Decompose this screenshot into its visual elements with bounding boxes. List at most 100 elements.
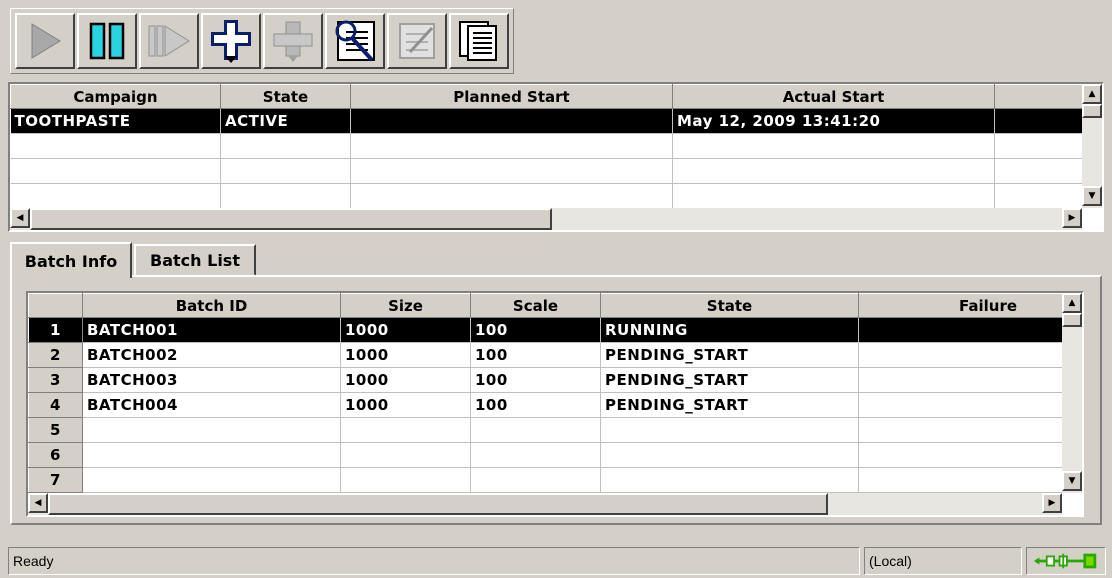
batch-row[interactable]: 6 [28, 442, 1062, 468]
edit-icon [399, 23, 435, 59]
batch-horizontal-scrollbar[interactable]: ◀ ▶ [28, 493, 1062, 515]
batch-vertical-scrollbar[interactable]: ▲ ▼ [1062, 293, 1082, 493]
row-number[interactable]: 1 [28, 317, 83, 343]
failure-cell [858, 342, 1062, 368]
scale-cell: 100 [470, 317, 601, 343]
row-number[interactable]: 4 [28, 392, 83, 418]
batch-row[interactable]: 7 [28, 467, 1062, 493]
row-number[interactable]: 6 [28, 442, 83, 468]
column-header-planned-start[interactable]: Planned Start [350, 84, 673, 109]
batch-row[interactable]: 5 [28, 417, 1062, 443]
batch-row[interactable]: 3 BATCH003 1000 100 PENDING_START [28, 367, 1062, 393]
row-number[interactable]: 2 [28, 342, 83, 368]
campaign-row[interactable] [10, 133, 1082, 159]
scroll-up-arrow-icon[interactable]: ▲ [1062, 293, 1082, 313]
row-header-corner [28, 293, 83, 318]
add-node-icon [211, 20, 251, 63]
campaign-vertical-scrollbar[interactable]: ▲ ▼ [1082, 84, 1102, 208]
status-connection [1026, 547, 1106, 575]
scale-cell: 100 [470, 367, 601, 393]
state-cell: RUNNING [600, 317, 859, 343]
report-button[interactable] [449, 13, 509, 69]
batch-grid-frame: Batch ID Size Scale State Failure 1 BATC… [26, 291, 1084, 517]
column-header-state[interactable]: State [600, 293, 859, 318]
column-header-campaign[interactable]: Campaign [10, 84, 221, 109]
size-cell: 1000 [340, 317, 471, 343]
failure-cell [858, 367, 1062, 393]
tab-batch-list[interactable]: Batch List [134, 244, 256, 276]
row-number[interactable]: 5 [28, 417, 83, 443]
scroll-left-arrow-icon[interactable]: ◀ [10, 208, 30, 228]
campaign-row[interactable] [10, 183, 1082, 208]
remove-batch-button[interactable] [263, 13, 323, 69]
scroll-thumb[interactable] [48, 493, 828, 515]
batch-row[interactable]: 4 BATCH004 1000 100 PENDING_START [28, 392, 1062, 418]
campaign-grid: Campaign State Planned Start Actual Star… [10, 84, 1082, 208]
view-details-button[interactable] [325, 13, 385, 69]
column-header-size[interactable]: Size [340, 293, 471, 318]
step-forward-icon [148, 25, 190, 57]
campaign-header-row: Campaign State Planned Start Actual Star… [10, 84, 1082, 109]
scroll-thumb[interactable] [1082, 104, 1102, 118]
state-cell: PENDING_START [600, 367, 859, 393]
status-location: (Local) [864, 547, 1022, 575]
size-cell: 1000 [340, 367, 471, 393]
network-connection-icon [1033, 553, 1097, 569]
scroll-right-arrow-icon[interactable]: ▶ [1042, 493, 1062, 513]
document-icon [459, 21, 497, 61]
column-header-state[interactable]: State [220, 84, 351, 109]
tab-batch-info[interactable]: Batch Info [10, 242, 132, 278]
batch-header-row: Batch ID Size Scale State Failure [28, 293, 1062, 318]
failure-cell [858, 392, 1062, 418]
scroll-left-arrow-icon[interactable]: ◀ [28, 493, 48, 513]
size-cell: 1000 [340, 392, 471, 418]
scroll-down-arrow-icon[interactable]: ▼ [1062, 471, 1082, 491]
magnifier-icon [335, 20, 375, 62]
scroll-right-arrow-icon[interactable]: ▶ [1062, 208, 1082, 228]
column-header-batch-id[interactable]: Batch ID [82, 293, 341, 318]
column-header-scale[interactable]: Scale [470, 293, 601, 318]
pause-button[interactable] [77, 13, 137, 69]
batch-row[interactable]: 2 BATCH002 1000 100 PENDING_START [28, 342, 1062, 368]
blank-cell [994, 108, 1082, 134]
size-cell: 1000 [340, 342, 471, 368]
campaign-cell: TOOTHPASTE [10, 108, 221, 134]
state-cell: ACTIVE [220, 108, 351, 134]
play-button[interactable] [15, 13, 75, 69]
toolbar [10, 8, 514, 74]
scroll-up-arrow-icon[interactable]: ▲ [1082, 84, 1102, 104]
campaign-row[interactable]: TOOTHPASTE ACTIVE May 12, 2009 13:41:20 [10, 108, 1082, 134]
state-cell: PENDING_START [600, 342, 859, 368]
planned-start-cell [350, 108, 673, 134]
failure-cell [858, 317, 1062, 343]
scroll-thumb[interactable] [1062, 313, 1082, 327]
add-batch-button[interactable] [201, 13, 261, 69]
scale-cell: 100 [470, 392, 601, 418]
edit-button[interactable] [387, 13, 447, 69]
batch-grid: Batch ID Size Scale State Failure 1 BATC… [28, 293, 1062, 493]
column-header-actual-start[interactable]: Actual Start [672, 84, 995, 109]
campaign-grid-frame: Campaign State Planned Start Actual Star… [8, 82, 1104, 232]
batch-id-cell: BATCH002 [82, 342, 341, 368]
pause-icon [89, 22, 125, 60]
remove-node-icon [273, 21, 313, 62]
row-number[interactable]: 7 [28, 467, 83, 493]
column-header-failure[interactable]: Failure [858, 293, 1062, 318]
actual-start-cell: May 12, 2009 13:41:20 [672, 108, 995, 134]
status-message: Ready [8, 547, 860, 575]
campaign-row[interactable] [10, 158, 1082, 184]
step-button[interactable] [139, 13, 199, 69]
scroll-thumb[interactable] [30, 208, 552, 230]
batch-id-cell: BATCH004 [82, 392, 341, 418]
tab-batch-list-label: Batch List [150, 250, 240, 270]
play-icon [31, 23, 61, 59]
batch-id-cell: BATCH003 [82, 367, 341, 393]
row-number[interactable]: 3 [28, 367, 83, 393]
batch-row[interactable]: 1 BATCH001 1000 100 RUNNING [28, 317, 1062, 343]
state-cell: PENDING_START [600, 392, 859, 418]
batch-info-panel: Batch ID Size Scale State Failure 1 BATC… [10, 275, 1102, 525]
campaign-horizontal-scrollbar[interactable]: ◀ ▶ [10, 208, 1082, 230]
column-header-blank [994, 84, 1082, 109]
scale-cell: 100 [470, 342, 601, 368]
scroll-down-arrow-icon[interactable]: ▼ [1082, 186, 1102, 206]
